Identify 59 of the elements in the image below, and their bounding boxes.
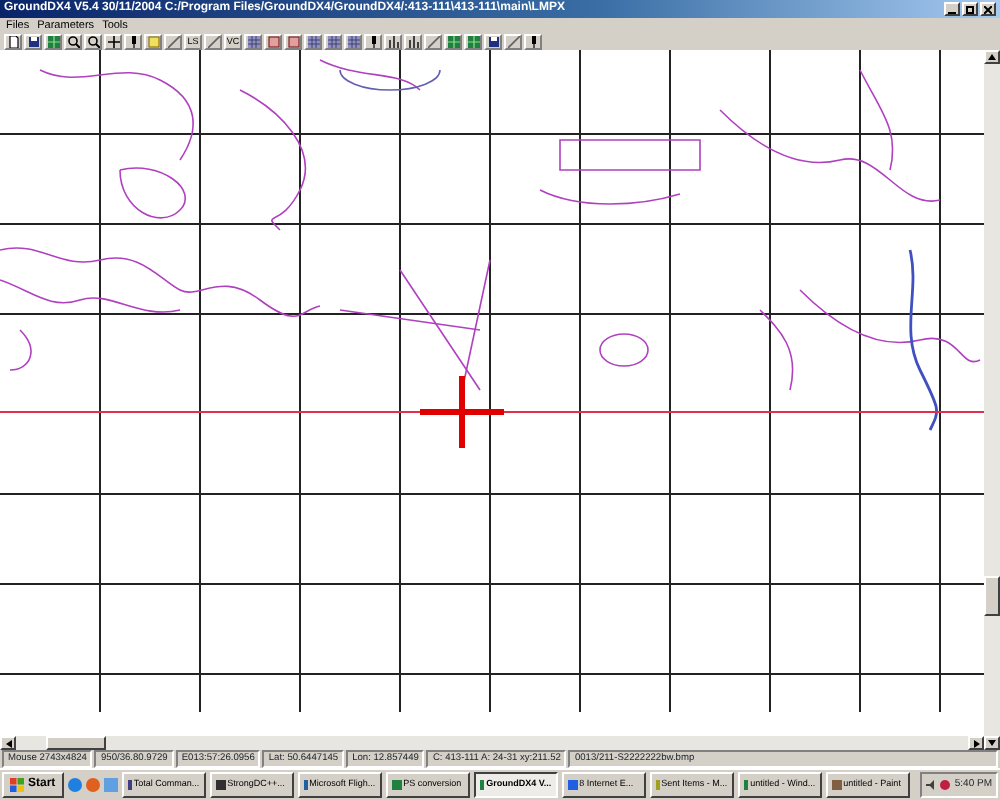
scroll-right-button[interactable]	[968, 736, 984, 750]
toolbar-button[interactable]	[104, 34, 122, 50]
app-icon	[743, 780, 749, 790]
toolbar-button[interactable]	[344, 34, 362, 50]
toolbar-button[interactable]	[324, 34, 342, 50]
magnifier-icon	[67, 36, 79, 48]
minimize-button[interactable]	[944, 2, 960, 16]
left-arrow-icon	[5, 739, 11, 747]
grid-icon	[347, 36, 359, 48]
app-icon	[479, 780, 485, 790]
pin-icon	[127, 36, 139, 48]
app-icon	[303, 780, 308, 790]
plus-icon	[107, 36, 119, 48]
quick-launch-icon[interactable]	[67, 778, 82, 792]
scroll-left-button[interactable]	[0, 736, 16, 750]
close-button[interactable]	[980, 2, 996, 16]
app-icon	[655, 780, 660, 790]
toolbar-button[interactable]	[424, 34, 442, 50]
magnifier-icon	[87, 36, 99, 48]
scroll-thumb[interactable]	[984, 576, 1000, 616]
map-icon	[47, 36, 59, 48]
toolbar-button[interactable]	[304, 34, 322, 50]
vertical-scrollbar[interactable]	[984, 50, 1000, 750]
maximize-button[interactable]	[962, 2, 978, 16]
grid-icon	[247, 36, 259, 48]
up-arrow-icon	[988, 54, 996, 60]
bar-chart-icon	[407, 36, 419, 48]
app-icon	[391, 780, 402, 790]
crosshair-icon	[417, 373, 507, 451]
app-icon	[831, 780, 842, 790]
horizontal-scrollbar[interactable]	[0, 736, 984, 750]
toolbar-button[interactable]	[204, 34, 222, 50]
close-icon	[984, 5, 992, 13]
right-arrow-icon	[973, 739, 979, 747]
app-icon	[567, 780, 578, 790]
line-icon	[207, 36, 219, 48]
bar-chart-icon	[387, 36, 399, 48]
scroll-up-button[interactable]	[984, 50, 1000, 64]
maximize-icon	[966, 5, 974, 13]
speaker-icon	[926, 780, 937, 790]
grid-icon	[307, 36, 319, 48]
note-icon	[147, 36, 159, 48]
map-icon	[447, 36, 459, 48]
map-icon	[467, 36, 479, 48]
windows-logo-icon	[10, 778, 24, 792]
line-icon	[507, 36, 519, 48]
grid-icon	[327, 36, 339, 48]
pin-icon	[367, 36, 379, 48]
line-icon	[427, 36, 439, 48]
pin-icon	[527, 36, 539, 48]
app-icon	[127, 780, 132, 790]
scroll-thumb[interactable]	[46, 736, 106, 750]
line-icon	[167, 36, 179, 48]
toolbar-button[interactable]	[504, 34, 522, 50]
app-icon	[215, 780, 226, 790]
toolbar-button[interactable]	[164, 34, 182, 50]
down-arrow-icon	[988, 740, 996, 746]
scroll-down-button[interactable]	[984, 736, 1000, 750]
toolbar-button[interactable]	[244, 34, 262, 50]
